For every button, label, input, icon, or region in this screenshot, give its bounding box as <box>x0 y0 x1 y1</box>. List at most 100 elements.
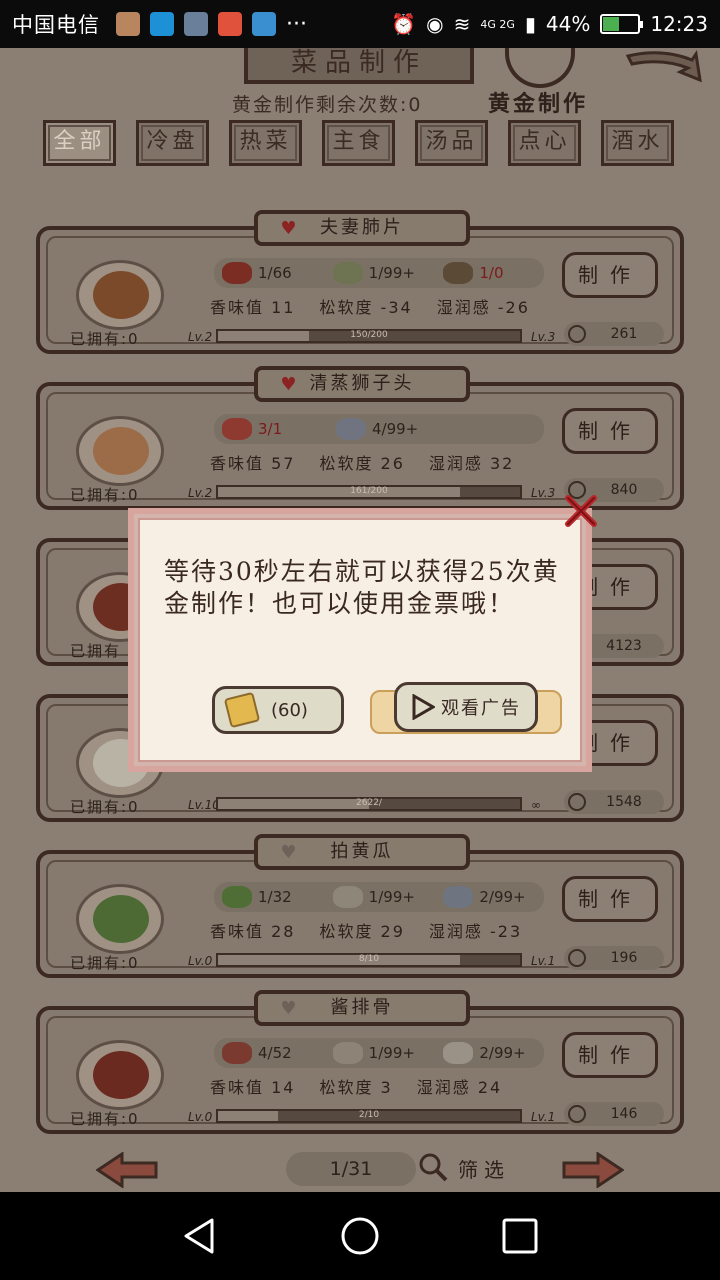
cost-label: 261 <box>564 322 664 346</box>
coin-icon <box>568 793 586 811</box>
dish-image <box>76 884 164 954</box>
notification-icons: ··· <box>116 12 307 37</box>
message-icon <box>252 12 276 36</box>
dish-card: ♥ 酱排骨 4/52 1/99+ 2/99+ 香味值 14 松软度 3 湿润感 24 … <box>36 990 684 1134</box>
network-label: 4G 2G <box>480 17 515 31</box>
page-indicator: 1/31 <box>286 1152 416 1186</box>
gold-craft-label[interactable]: 黄金制作 <box>488 86 588 118</box>
tab-soup[interactable]: 汤品 <box>415 120 488 166</box>
level-current: Lv.0 <box>188 954 213 968</box>
ingredient-list: 4/52 1/99+ 2/99+ <box>214 1038 544 1068</box>
owned-count: 已拥有:0 <box>70 798 140 816</box>
tab-staple[interactable]: 主食 <box>322 120 395 166</box>
eye-icon: ◉ <box>426 12 444 36</box>
level-next: Lv.1 <box>531 1110 556 1124</box>
use-gold-ticket-button[interactable]: (60) <box>212 686 344 734</box>
ingredient-list: 1/66 1/99+ 1/0 <box>214 258 544 288</box>
ingredient-list: 3/1 4/99+ <box>214 414 544 444</box>
heart-icon[interactable]: ♥ <box>280 220 300 238</box>
dish-title: ♥ 夫妻肺片 <box>254 210 470 246</box>
alarm-icon: ⏰ <box>391 12 417 36</box>
scallion-icon <box>332 262 363 284</box>
level-progress-bar: 150/200 <box>216 329 522 343</box>
coin-icon <box>568 1105 586 1123</box>
dish-card: ♥ 清蒸狮子头 3/1 4/99+ 香味值 57 松软度 26 湿润感 32 已拥有:… <box>36 366 684 510</box>
level-next: Lv.3 <box>531 330 556 344</box>
ingredient-item: 1/99+ <box>332 262 434 284</box>
gold-ticket-icon <box>223 691 261 729</box>
ingredient-item: 4/99+ <box>336 418 440 440</box>
ingredient-item: 1/99+ <box>332 886 434 908</box>
bottle-icon <box>443 1042 474 1064</box>
gold-remaining-count: 黄金制作剩余次数:0 <box>232 94 423 116</box>
heart-icon[interactable]: ♥ <box>280 844 300 862</box>
level-current: Lv.2 <box>188 330 213 344</box>
make-button[interactable]: 制作 <box>562 876 658 922</box>
ticket-count: (60) <box>271 699 308 721</box>
make-button[interactable]: 制作 <box>562 1032 658 1078</box>
make-button[interactable]: 制作 <box>562 408 658 454</box>
cucumber-icon <box>222 886 252 908</box>
search-icon[interactable] <box>418 1152 448 1182</box>
back-arrow-icon[interactable] <box>622 50 702 86</box>
more-notifications-icon: ··· <box>286 11 307 37</box>
coin-icon <box>568 949 586 967</box>
shopping-app-icon <box>218 12 242 36</box>
cost-label: 146 <box>564 1102 664 1126</box>
cost-label: 196 <box>564 946 664 970</box>
tab-drinks[interactable]: 酒水 <box>601 120 674 166</box>
recents-icon[interactable] <box>500 1216 540 1256</box>
dish-stats: 香味值 57 松软度 26 湿润感 32 <box>210 454 515 473</box>
wifi-icon: ≋ <box>453 12 471 36</box>
dish-stats: 香味值 11 松软度 -34 湿润感 -26 <box>210 298 530 317</box>
clock: 12:23 <box>650 12 708 36</box>
level-progress-bar: 2/10 <box>216 1109 522 1123</box>
ingredient-item: 1/32 <box>222 886 323 908</box>
owned-count: 已拥有:0 <box>70 1110 140 1128</box>
level-current: Lv.0 <box>188 1110 213 1124</box>
gallery-icon <box>184 12 208 36</box>
ingredient-item: 2/99+ <box>443 886 544 908</box>
home-icon[interactable] <box>340 1216 380 1256</box>
level-next: Lv.3 <box>531 486 556 500</box>
shrimp-icon <box>336 418 366 440</box>
heart-icon[interactable]: ♥ <box>280 376 300 394</box>
watch-ad-label: 观看广告 <box>441 698 521 719</box>
tab-hot-dish[interactable]: 热菜 <box>229 120 302 166</box>
health-app-icon <box>150 12 174 36</box>
tab-dessert[interactable]: 点心 <box>508 120 581 166</box>
tripe-icon <box>443 262 474 284</box>
heart-icon[interactable]: ♥ <box>280 1000 300 1018</box>
prev-page-arrow-icon[interactable] <box>96 1152 158 1188</box>
status-bar: 中国电信 ··· ⏰ ◉ ≋ 4G 2G ▮ 44% 12:23 <box>0 0 720 48</box>
battery-percent: 44% <box>545 12 591 36</box>
ingredient-item: 4/52 <box>222 1042 323 1064</box>
dialog-body: 等待30秒左右就可以获得25次黄金制作！也可以使用金票哦！ (60) 观看广告 <box>138 518 582 762</box>
watch-ad-button[interactable]: 观看广告 <box>370 682 562 740</box>
dish-image <box>76 260 164 330</box>
pagination-bar: 1/31 筛选 <box>0 1146 720 1192</box>
make-button[interactable]: 制作 <box>562 252 658 298</box>
dish-image <box>76 416 164 486</box>
close-icon[interactable] <box>564 494 598 528</box>
dish-stats: 香味值 14 松软度 3 湿润感 24 <box>210 1078 503 1097</box>
filter-button[interactable]: 筛选 <box>458 1154 510 1183</box>
ad-reward-dialog: 等待30秒左右就可以获得25次黄金制作！也可以使用金票哦！ (60) 观看广告 <box>128 495 597 772</box>
ribs-icon <box>222 1042 252 1064</box>
owned-count: 已拥有:0 <box>70 954 140 972</box>
carrier-label: 中国电信 <box>12 13 100 37</box>
ingredient-item: 1/99+ <box>332 1042 434 1064</box>
level-progress-bar: 2622/ <box>216 797 522 811</box>
tab-all[interactable]: 全部 <box>43 120 116 166</box>
category-tabs: 全部 冷盘 热菜 主食 汤品 点心 酒水 <box>43 120 674 166</box>
next-page-arrow-icon[interactable] <box>562 1152 624 1188</box>
dish-card: ♥ 拍黄瓜 1/32 1/99+ 2/99+ 香味值 28 松软度 29 湿润感 -2… <box>36 834 684 978</box>
battery-icon <box>600 14 644 34</box>
jar-icon <box>443 886 474 908</box>
dish-stats: 香味值 28 松软度 29 湿润感 -23 <box>210 922 523 941</box>
back-icon[interactable] <box>180 1216 220 1256</box>
tab-cold-dish[interactable]: 冷盘 <box>136 120 209 166</box>
owned-count: 已拥有 <box>70 642 122 660</box>
owned-count: 已拥有:0 <box>70 486 140 504</box>
ingredient-list: 1/32 1/99+ 2/99+ <box>214 882 544 912</box>
